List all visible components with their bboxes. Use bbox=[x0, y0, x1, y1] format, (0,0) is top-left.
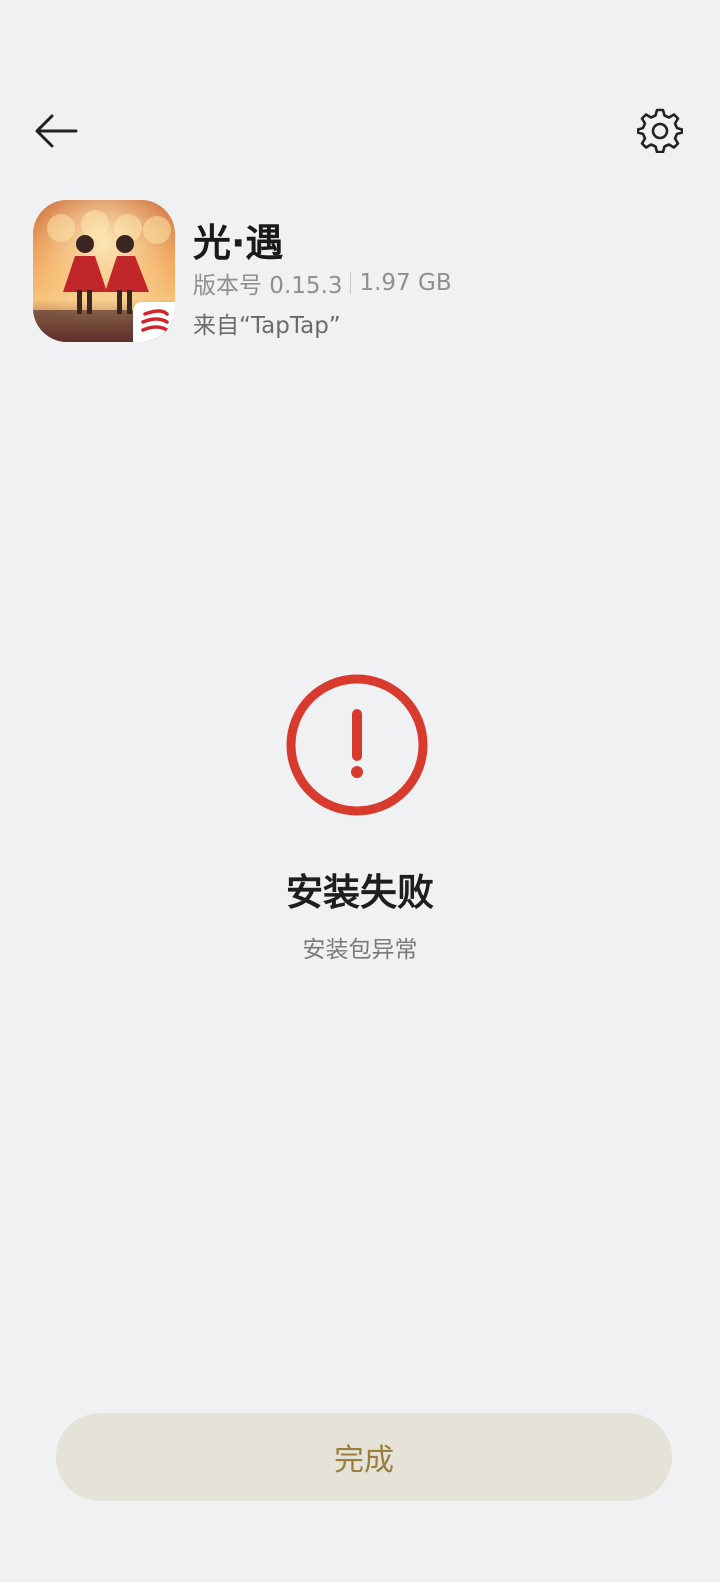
app-version: 版本号 0.15.3 bbox=[193, 273, 343, 299]
app-name: 光·遇 bbox=[193, 221, 284, 265]
status-title: 安装失败 bbox=[286, 871, 434, 914]
app-size: 1.97 GB bbox=[359, 270, 452, 296]
settings-button[interactable] bbox=[636, 106, 684, 154]
meta-divider bbox=[350, 272, 352, 294]
done-button[interactable]: 完成 bbox=[56, 1413, 672, 1501]
app-icon bbox=[33, 200, 175, 342]
gear-icon bbox=[637, 108, 683, 153]
exclamation-circle-icon bbox=[284, 672, 430, 818]
app-source: 来自“TapTap” bbox=[193, 313, 341, 339]
install-result-screen: 光·遇 版本号 0.15.3 1.97 GB 来自“TapTap” 安装失败 安… bbox=[0, 0, 720, 1582]
back-button[interactable] bbox=[28, 106, 84, 156]
status-message: 安装包异常 bbox=[302, 937, 418, 963]
arrow-left-icon bbox=[35, 114, 78, 148]
app-meta: 版本号 0.15.3 1.97 GB bbox=[193, 266, 452, 300]
